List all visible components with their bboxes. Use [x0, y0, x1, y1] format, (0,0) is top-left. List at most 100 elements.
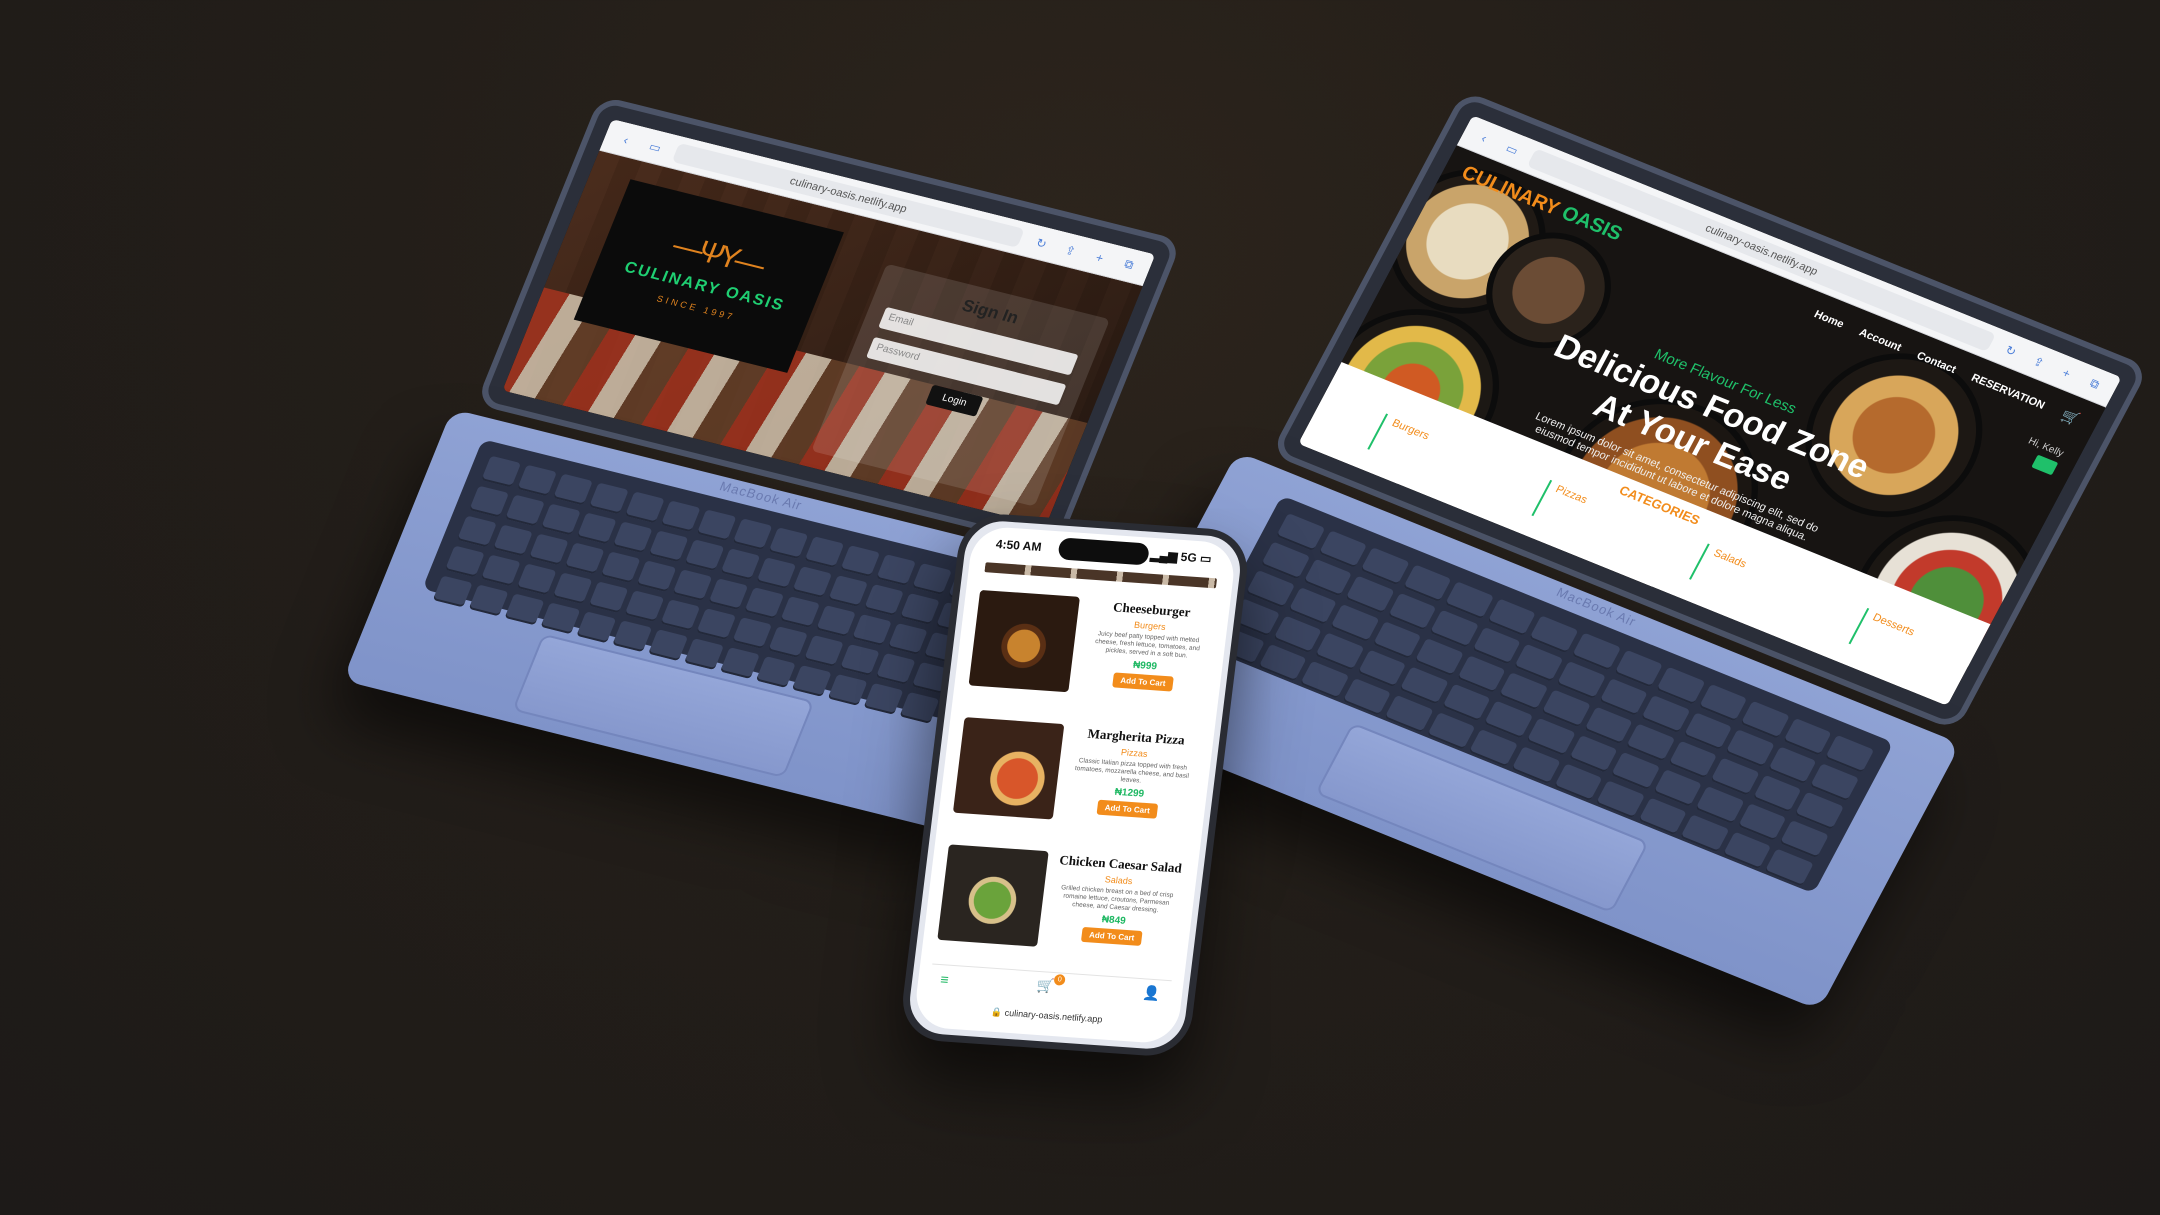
nav-contact[interactable]: Contact — [1914, 350, 1958, 376]
cart-count-badge: 0 — [1053, 974, 1066, 986]
keyboard-key — [840, 545, 881, 578]
tabs-icon[interactable]: ⧉ — [2083, 374, 2107, 394]
nav-account[interactable]: Account — [1857, 327, 1903, 354]
keyboard-key — [481, 455, 522, 488]
keyboard-key — [875, 652, 916, 685]
keyboard-key — [767, 626, 808, 658]
menu-item: Chicken Caesar Salad Salads Grilled chic… — [921, 833, 1200, 979]
category-salads[interactable]: Salads — [1688, 543, 1749, 596]
keyboard-key — [804, 536, 845, 569]
menu-item-category: Burgers — [1133, 619, 1167, 632]
keyboard-key — [588, 581, 629, 614]
keyboard-key — [756, 557, 797, 590]
hamburger-menu-icon[interactable]: ≡ — [940, 971, 950, 987]
keyboard-key — [624, 590, 665, 623]
keyboard-key — [444, 545, 485, 578]
category-burgers[interactable]: Burgers — [1367, 413, 1432, 468]
keyboard-key — [432, 575, 473, 608]
add-to-cart-button[interactable]: Add To Cart — [1112, 672, 1174, 692]
keyboard-key — [696, 509, 737, 542]
keyboard-key — [564, 542, 605, 575]
category-desserts[interactable]: Desserts — [1848, 607, 1917, 664]
nav-home[interactable]: Home — [1812, 308, 1846, 330]
keyboard-key — [780, 596, 820, 628]
keyboard-key — [480, 554, 521, 587]
keyboard-key — [468, 584, 509, 617]
network-label: 5G — [1179, 549, 1198, 565]
menu-item-price: ₦999 — [1132, 659, 1158, 673]
keyboard-key — [660, 500, 701, 533]
back-icon[interactable]: ‹ — [1473, 128, 1496, 147]
keyboard-key — [732, 518, 773, 551]
keyboard-key — [696, 608, 737, 641]
keyboard-key — [648, 629, 689, 662]
keyboard-key — [552, 572, 593, 605]
reload-icon[interactable]: ↻ — [1999, 341, 2022, 360]
keyboard-key — [755, 656, 796, 688]
add-to-cart-button[interactable]: Add To Cart — [1081, 926, 1143, 946]
keyboard-key — [660, 599, 701, 632]
keyboard-key — [600, 551, 641, 584]
new-tab-icon[interactable]: + — [2055, 363, 2078, 382]
add-to-cart-button[interactable]: Add To Cart — [1096, 799, 1158, 819]
menu-item: Cheeseburger Burgers Juicy beef patty to… — [952, 579, 1231, 725]
cheeseburger-image — [968, 589, 1080, 693]
right-laptop: ‹ ▭ culinary-oasis.netlify.app ↻ ⇪ + ⧉ C… — [1095, 89, 2160, 1014]
cart-icon[interactable]: 🛒 0 — [1036, 974, 1066, 995]
keyboard-key — [469, 485, 509, 518]
keyboard-key — [684, 539, 725, 572]
keyboard-key — [456, 515, 497, 548]
cart-icon[interactable]: 🛒 — [2058, 406, 2083, 428]
keyboard-key — [863, 584, 904, 616]
menu-item-info: Chicken Caesar Salad Salads Grilled chic… — [1046, 852, 1185, 968]
keyboard-key — [828, 575, 868, 607]
reload-icon[interactable]: ↻ — [1030, 234, 1053, 251]
keyboard-key — [911, 563, 952, 595]
menu-item-description: Juicy beef patty topped with melted chee… — [1094, 630, 1201, 660]
keyboard-key — [899, 593, 940, 625]
keyboard-key — [576, 611, 617, 644]
keyboard-key — [827, 673, 868, 706]
keyboard-key — [851, 614, 892, 646]
menu-item-name: Margherita Pizza — [1086, 725, 1186, 748]
book-icon[interactable]: ▭ — [1501, 139, 1524, 158]
tabs-icon[interactable]: ⧉ — [1117, 256, 1140, 274]
chicken-caesar-salad-image — [937, 844, 1049, 947]
keyboard-key — [540, 602, 581, 635]
keyboard-key — [684, 638, 724, 671]
menu-item-info: Cheeseburger Burgers Juicy beef patty to… — [1077, 598, 1216, 714]
book-icon[interactable]: ▭ — [644, 138, 667, 155]
lock-icon: 🔒 — [990, 1006, 1003, 1018]
user-icon[interactable]: 👤 — [1142, 984, 1161, 1002]
keyboard-key — [528, 533, 569, 566]
keyboard-key — [839, 644, 880, 676]
keyboard-key — [504, 494, 545, 527]
share-icon[interactable]: ⇪ — [1059, 242, 1082, 259]
keyboard-key — [899, 691, 940, 724]
keyboard-key — [791, 665, 832, 697]
keyboard-key — [636, 560, 677, 593]
new-tab-icon[interactable]: + — [1088, 249, 1111, 266]
keyboard-key — [540, 503, 581, 536]
keyboard-key — [792, 566, 833, 599]
keyboard-key — [744, 587, 785, 620]
battery-icon: ▭ — [1199, 551, 1213, 566]
menu-item-name: Chicken Caesar Salad — [1058, 852, 1183, 876]
back-icon[interactable]: ‹ — [615, 131, 638, 148]
keyboard-key — [552, 473, 593, 506]
category-pizzas[interactable]: Pizzas — [1530, 479, 1590, 532]
menu-item-price: ₦849 — [1101, 914, 1127, 927]
menu-item-category: Pizzas — [1120, 747, 1149, 759]
keyboard-key — [612, 620, 653, 653]
keyboard-key — [517, 464, 557, 497]
keyboard-key — [672, 569, 713, 602]
menu-item-description: Classic Italian pizza topped with fresh … — [1074, 757, 1190, 785]
status-indicators: ▂▄▆ 5G ▭ — [1150, 548, 1213, 566]
keyboard-key — [863, 682, 904, 715]
keyboard-key — [624, 491, 665, 524]
login-button[interactable]: Login — [924, 384, 984, 417]
keyboard-key — [576, 512, 617, 545]
share-icon[interactable]: ⇪ — [2027, 352, 2050, 371]
margherita-pizza-image — [952, 717, 1065, 820]
menu-item-name: Cheeseburger — [1112, 599, 1192, 620]
